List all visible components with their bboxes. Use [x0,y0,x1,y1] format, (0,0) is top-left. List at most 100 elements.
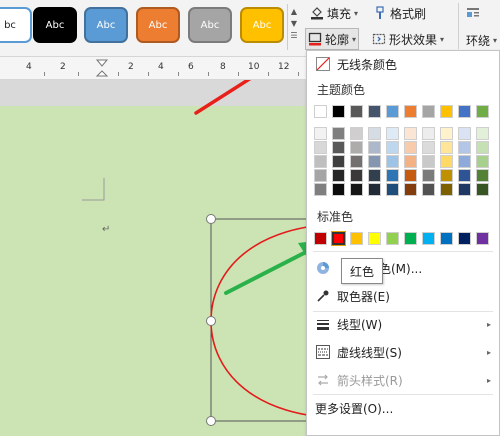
theme-color-swatch[interactable] [476,155,489,168]
theme-color-swatch[interactable] [404,155,417,168]
theme-color-swatch[interactable] [332,105,345,118]
theme-color-swatch[interactable] [386,183,399,196]
theme-color-swatch[interactable] [476,183,489,196]
theme-color-swatch[interactable] [440,141,453,154]
outline-button[interactable]: 轮廓 ▾ [305,28,360,50]
theme-color-swatch[interactable] [386,155,399,168]
theme-color-swatch[interactable] [314,155,327,168]
theme-color-swatch[interactable] [422,141,435,154]
shape-effects-button[interactable]: 形状效果 ▾ [372,29,444,49]
standard-color-swatch[interactable] [368,232,381,245]
dash-style-item[interactable]: 虚线线型(S) ▸ [307,339,499,365]
theme-color-swatch[interactable] [350,127,363,140]
theme-color-swatch[interactable] [368,127,381,140]
theme-color-swatch[interactable] [422,183,435,196]
standard-color-swatch[interactable] [314,232,327,245]
theme-color-swatch[interactable] [368,105,381,118]
theme-color-swatch[interactable] [386,141,399,154]
shape-style-swatch-5[interactable]: Abc [188,7,232,43]
theme-color-swatch[interactable] [458,141,471,154]
standard-color-swatch[interactable] [476,232,489,245]
format-painter-label: 格式刷 [390,6,427,21]
theme-color-swatch[interactable] [458,127,471,140]
theme-color-swatch[interactable] [332,183,345,196]
theme-color-swatch[interactable] [368,155,381,168]
theme-color-swatch[interactable] [476,169,489,182]
outline-dropdown-icon[interactable]: ▾ [352,35,356,44]
theme-color-swatch[interactable] [422,155,435,168]
theme-color-swatch[interactable] [440,169,453,182]
no-line-color-item[interactable]: 无线条颜色 [307,51,499,77]
theme-color-swatch[interactable] [386,105,399,118]
theme-color-swatch[interactable] [350,169,363,182]
theme-color-swatch[interactable] [458,155,471,168]
theme-color-swatch[interactable] [314,141,327,154]
theme-color-swatch[interactable] [368,183,381,196]
theme-color-swatch[interactable] [332,127,345,140]
theme-color-swatch[interactable] [332,155,345,168]
ruler-tick [268,72,269,76]
theme-color-swatch[interactable] [314,105,327,118]
theme-color-swatch[interactable] [350,141,363,154]
shape-style-swatch-4[interactable]: Abc [136,7,180,43]
fill-button[interactable]: 填充 ▾ [310,3,358,23]
standard-color-swatch[interactable] [350,232,363,245]
theme-color-swatch[interactable] [404,141,417,154]
theme-color-swatch[interactable] [386,169,399,182]
line-style-item[interactable]: 线型(W) ▸ [307,311,499,337]
standard-color-swatch[interactable] [331,231,346,246]
theme-color-swatch[interactable] [404,127,417,140]
theme-color-swatch[interactable] [440,155,453,168]
theme-color-swatch[interactable] [440,105,453,118]
standard-color-swatch[interactable] [458,232,471,245]
ruler-indent-marker[interactable] [96,59,108,79]
theme-color-swatch[interactable] [422,169,435,182]
theme-color-swatch[interactable] [350,105,363,118]
resize-handle-bottom-left[interactable] [206,416,216,426]
shape-effects-dropdown-icon[interactable]: ▾ [440,35,444,44]
theme-color-swatch[interactable] [332,169,345,182]
theme-color-swatch[interactable] [476,141,489,154]
resize-handle-middle-left[interactable] [206,316,216,326]
standard-color-swatch[interactable] [422,232,435,245]
eyedropper-item[interactable]: 取色器(E) [307,283,499,309]
more-colors-item[interactable]: 颜色(M)... [307,255,499,281]
standard-color-swatch[interactable] [404,232,417,245]
theme-color-swatch[interactable] [440,183,453,196]
theme-color-swatch[interactable] [458,183,471,196]
theme-color-swatch[interactable] [332,141,345,154]
theme-color-swatch[interactable] [440,127,453,140]
wrap-text-button[interactable] [466,3,480,23]
more-settings-item[interactable]: 更多设置(O)... [307,395,499,421]
theme-color-swatch[interactable] [422,105,435,118]
theme-color-swatch[interactable] [386,127,399,140]
theme-color-swatch[interactable] [368,169,381,182]
fill-dropdown-icon[interactable]: ▾ [354,9,358,18]
theme-color-swatch[interactable] [350,183,363,196]
ruler-number: 2 [60,62,66,72]
resize-handle-top-left[interactable] [206,214,216,224]
theme-color-swatch[interactable] [368,141,381,154]
wrap-label-button[interactable]: 环绕 ▾ [466,30,497,50]
shape-style-swatch-1[interactable]: bc [0,7,32,43]
theme-color-swatch[interactable] [458,105,471,118]
theme-color-swatch[interactable] [476,105,489,118]
theme-color-swatch[interactable] [404,169,417,182]
theme-color-swatch[interactable] [476,127,489,140]
theme-color-swatch[interactable] [458,169,471,182]
style-gallery-more-button[interactable]: ▲ ▼ ☰ [287,4,300,50]
theme-color-swatch[interactable] [404,183,417,196]
format-painter-button[interactable]: 格式刷 [373,3,426,23]
theme-color-swatch[interactable] [422,127,435,140]
standard-color-swatch[interactable] [386,232,399,245]
theme-color-swatch[interactable] [314,183,327,196]
shape-style-swatch-2[interactable]: Abc [33,7,77,43]
shape-style-swatch-3[interactable]: Abc [84,7,128,43]
ribbon-divider [458,3,459,49]
theme-color-swatch[interactable] [350,155,363,168]
theme-color-swatch[interactable] [404,105,417,118]
theme-color-swatch[interactable] [314,127,327,140]
shape-style-swatch-6[interactable]: Abc [240,7,284,43]
theme-color-swatch[interactable] [314,169,327,182]
standard-color-swatch[interactable] [440,232,453,245]
